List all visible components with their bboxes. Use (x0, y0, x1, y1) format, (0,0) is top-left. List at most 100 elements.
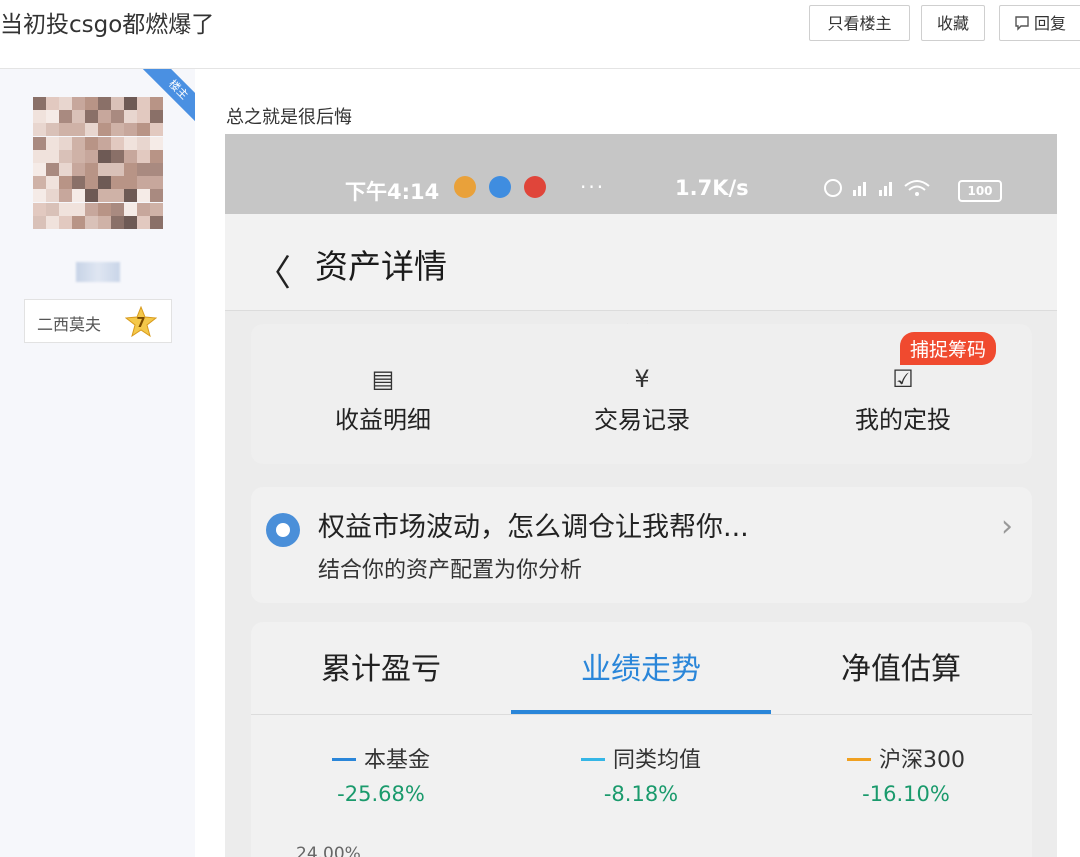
back-arrow-icon[interactable]: 〈 (255, 244, 291, 296)
avatar-pixel (33, 215, 46, 229)
avatar-pixel (150, 163, 163, 176)
avatar-pixel (59, 215, 72, 229)
only-op-button[interactable]: 只看楼主 (809, 5, 910, 41)
avatar-pixel (150, 215, 163, 229)
avatar-pixel (72, 215, 85, 229)
battery-icon: 100 (958, 180, 1002, 202)
quick-action-trades[interactable]: ¥ 交易记录 (562, 364, 722, 435)
avatar-pixel (137, 163, 150, 176)
app-notification-icon (524, 176, 547, 198)
calendar-check-icon: ☑ (892, 365, 914, 393)
legend-fund: 本基金 -25.68% (281, 742, 481, 806)
level-number: 7 (136, 316, 145, 331)
avatar-pixel (72, 97, 85, 110)
avatar-pixel (72, 110, 85, 124)
avatar-pixel (85, 136, 98, 150)
avatar-pixel (111, 176, 124, 190)
promo-tag[interactable]: 捕捉筹码 (900, 332, 997, 365)
app-notification-icon (489, 176, 512, 198)
yuan-icon: ¥ (634, 365, 650, 393)
avatar-pixel (98, 176, 111, 190)
author-sidebar: 楼主 二西莫夫 7 (0, 69, 195, 857)
avatar-pixel (150, 202, 163, 216)
advice-card[interactable]: 权益市场波动，怎么调仓让我帮你... 结合你的资产配置为你分析 › (251, 487, 1032, 603)
advice-subtitle: 结合你的资产配置为你分析 (318, 558, 583, 583)
quick-action-auto-invest[interactable]: ☑ 我的定投 (823, 364, 983, 435)
phone-status-bar: 下午4:14 ··· 1.7K/s 100 (225, 134, 1057, 214)
avatar-pixel (85, 97, 98, 110)
tab-performance-trend[interactable]: 业绩走势 (511, 644, 771, 688)
avatar-pixel (59, 176, 72, 190)
post-image[interactable]: 下午4:14 ··· 1.7K/s 100 〈 资产详情 ▤ 收益明细 ¥ 交易… (225, 134, 1057, 857)
avatar-pixel (59, 136, 72, 150)
avatar-pixel (111, 110, 124, 124)
legend-label: 本基金 (363, 748, 430, 773)
user-badge[interactable]: 二西莫夫 7 (24, 299, 172, 343)
avatar-pixel (124, 202, 137, 216)
avatar-pixel (137, 176, 150, 190)
avatar-pixel (59, 149, 72, 163)
performance-card: 累计盈亏 业绩走势 净值估算 本基金 -25.68% 同类均值 -8.18% 沪… (251, 622, 1032, 857)
avatar-pixel (72, 163, 85, 176)
legend-value: -16.10% (862, 782, 950, 806)
avatar-pixel (46, 215, 59, 229)
app-notification-icon (454, 176, 476, 198)
reply-button-label: 回复 (1034, 14, 1067, 33)
avatar-pixel (124, 136, 137, 150)
legend-value: -25.68% (337, 782, 425, 806)
reply-button[interactable]: 回复 (999, 5, 1080, 41)
avatar-pixel (137, 149, 150, 163)
tab-cumulative-pnl[interactable]: 累计盈亏 (251, 644, 511, 688)
quick-action-earnings[interactable]: ▤ 收益明细 (303, 364, 463, 435)
avatar-pixel (124, 163, 137, 176)
status-more: ··· (580, 175, 606, 199)
avatar-pixel (98, 215, 111, 229)
avatar-pixel (46, 176, 59, 190)
avatar-pixel (33, 189, 46, 203)
avatar-pixel (150, 176, 163, 190)
level-star-icon: 7 (125, 306, 157, 338)
legend-label: 同类均值 (612, 748, 701, 773)
avatar-pixel (137, 189, 150, 203)
avatar-pixel (72, 202, 85, 216)
post-text: 总之就是很后悔 (226, 107, 352, 128)
avatar-pixel (98, 189, 111, 203)
avatar-pixel (124, 110, 137, 124)
status-net-speed: 1.7K/s (675, 176, 749, 200)
avatar-pixel (98, 163, 111, 176)
avatar[interactable] (33, 97, 163, 229)
avatar-pixel (98, 136, 111, 150)
active-tab-indicator (511, 710, 771, 714)
quick-action-label: 我的定投 (855, 406, 951, 434)
app-header: 〈 资产详情 (225, 214, 1057, 311)
avatar-pixel (124, 123, 137, 137)
avatar-pixel (33, 110, 46, 124)
avatar-pixel (59, 163, 72, 176)
legend-line (580, 757, 605, 761)
legend-line (331, 757, 356, 761)
tab-nav-estimate[interactable]: 净值估算 (771, 644, 1031, 688)
legend-csi300: 沪深300 -16.10% (806, 742, 1006, 806)
status-system-icons (823, 176, 933, 205)
avatar-pixel (33, 97, 46, 110)
avatar-pixel (150, 149, 163, 163)
avatar-pixel (85, 176, 98, 190)
username-blurred[interactable] (76, 262, 120, 282)
avatar-pixel (46, 136, 59, 150)
thread-title: 当初投csgo都燃爆了 (0, 12, 215, 38)
thread-header: 当初投csgo都燃爆了 只看楼主 收藏 回复 (0, 0, 1080, 69)
avatar-pixel (137, 136, 150, 150)
quick-action-label: 收益明细 (335, 406, 431, 434)
avatar-pixel (137, 97, 150, 110)
favorite-button[interactable]: 收藏 (921, 5, 985, 41)
avatar-pixel (33, 202, 46, 216)
avatar-pixel (59, 97, 72, 110)
avatar-pixel (111, 123, 124, 137)
legend-label: 沪深300 (879, 748, 965, 773)
avatar-pixel (150, 110, 163, 124)
robot-assistant-icon (266, 513, 300, 547)
avatar-pixel (33, 176, 46, 190)
axis-tick-label: 24.00% (296, 844, 361, 857)
advice-title: 权益市场波动，怎么调仓让我帮你... (318, 512, 749, 543)
avatar-pixel (85, 163, 98, 176)
